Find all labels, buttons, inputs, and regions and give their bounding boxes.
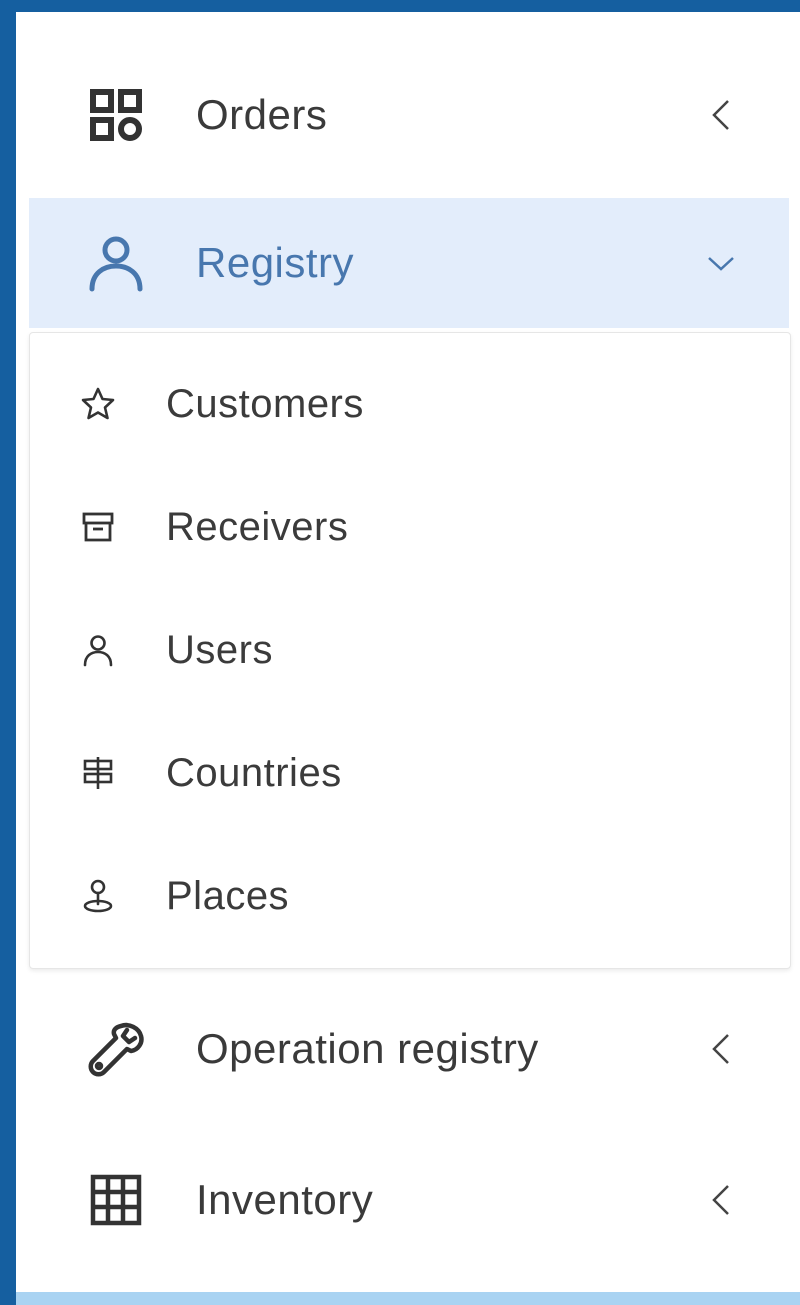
submenu-item-customers[interactable]: Customers (30, 349, 790, 459)
submenu-item-label: Countries (166, 750, 342, 795)
submenu-item-label: Customers (166, 381, 364, 426)
menu-item-label: Registry (196, 239, 355, 286)
bottom-edge-strip (16, 1292, 800, 1305)
submenu-item-users[interactable]: Users (30, 595, 790, 705)
registry-submenu: Customers Receivers Users Countries Plac… (29, 332, 791, 969)
chevron-left-icon (706, 95, 736, 135)
menu-item-label: Operation registry (196, 1025, 539, 1072)
submenu-item-label: Users (166, 627, 273, 672)
menu-item-label: Orders (196, 91, 328, 138)
user-icon (86, 233, 146, 293)
menu-item-operation-registry[interactable]: Operation registry (16, 984, 800, 1114)
menu-item-orders[interactable]: Orders (16, 50, 800, 180)
menu-item-registry[interactable]: Registry (29, 198, 789, 328)
submenu-item-countries[interactable]: Countries (30, 718, 790, 828)
submenu-item-places[interactable]: Places (30, 841, 790, 951)
chevron-left-icon (706, 1180, 736, 1220)
submenu-item-label: Receivers (166, 504, 349, 549)
archive-box-icon (78, 507, 118, 547)
signpost-icon (78, 753, 118, 793)
star-icon (78, 384, 118, 424)
sidebar-frame: Orders Registry Customers Receivers User… (16, 12, 800, 1292)
user-icon (78, 630, 118, 670)
sidebar-menu: Orders Registry Customers Receivers User… (16, 12, 800, 1292)
grid-apps-icon (86, 85, 146, 145)
chevron-left-icon (706, 1029, 736, 1069)
chevron-down-icon (706, 243, 736, 283)
menu-item-inventory[interactable]: Inventory (16, 1135, 800, 1265)
map-pin-icon (78, 876, 118, 916)
menu-item-label: Inventory (196, 1176, 374, 1223)
wrench-icon (86, 1019, 146, 1079)
submenu-item-receivers[interactable]: Receivers (30, 472, 790, 582)
submenu-item-label: Places (166, 873, 290, 918)
table-grid-icon (86, 1170, 146, 1230)
